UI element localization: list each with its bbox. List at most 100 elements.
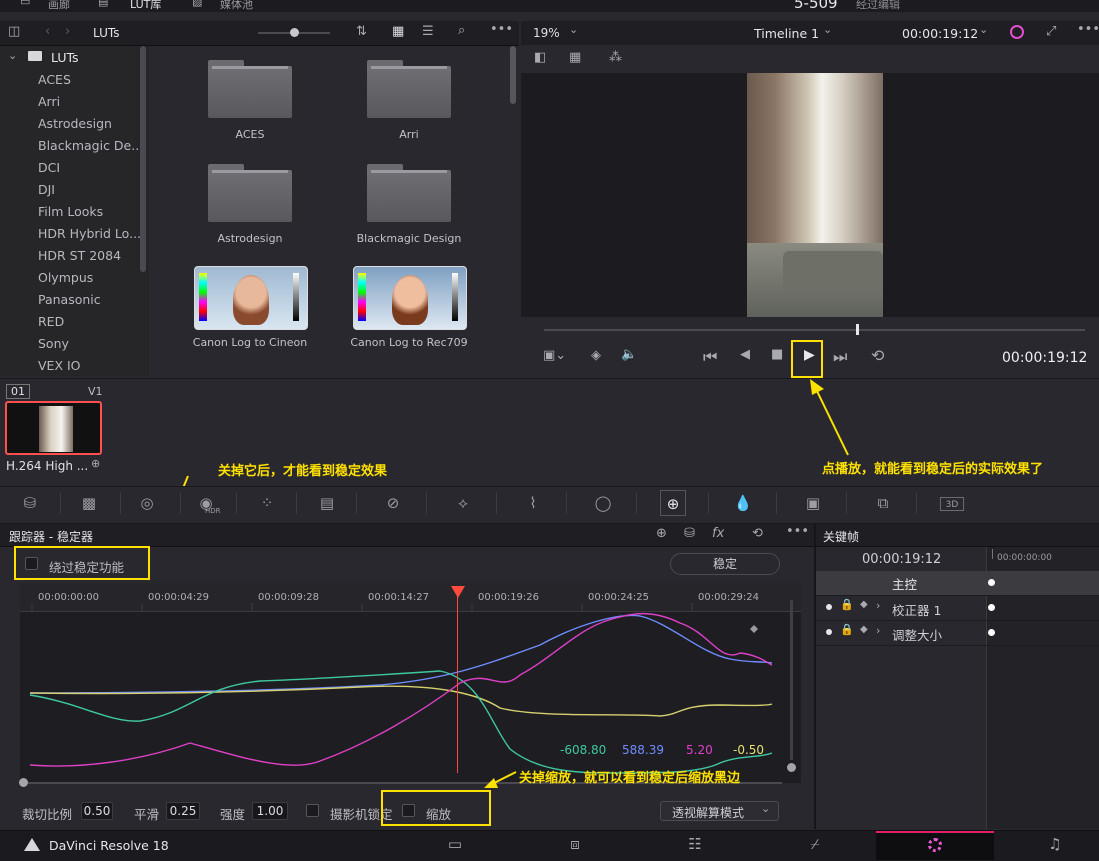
- tree-item[interactable]: Blackmagic De...: [38, 138, 143, 153]
- graph-playhead-marker[interactable]: [451, 586, 465, 598]
- graph-vertical-scrollbar[interactable]: [790, 600, 793, 760]
- more-options-icon[interactable]: •••: [490, 22, 513, 37]
- media-page-icon[interactable]: ▭: [440, 831, 470, 857]
- back-arrow-icon[interactable]: ‹: [45, 24, 50, 39]
- sort-icon[interactable]: ⇅: [356, 24, 367, 39]
- 3d-icon[interactable]: 3D: [940, 497, 964, 511]
- loop-icon[interactable]: ⟲: [871, 346, 884, 365]
- clip-thumbnail[interactable]: [5, 401, 102, 455]
- scrubber-handle[interactable]: [856, 324, 859, 335]
- zoom-chevron-icon[interactable]: ⌄: [569, 23, 578, 36]
- sidebar-toggle-icon[interactable]: ◫: [8, 24, 20, 39]
- tree-item[interactable]: ACES: [38, 72, 71, 87]
- solver-mode-dropdown[interactable]: 透视解算模式 ⌄: [660, 801, 779, 821]
- lut-folder-arri[interactable]: [367, 60, 451, 118]
- fairlight-page-icon[interactable]: ♫: [1040, 831, 1070, 857]
- tree-item[interactable]: RED: [38, 314, 64, 329]
- camera-lock-checkbox[interactable]: [306, 804, 319, 817]
- lut-folder-aces[interactable]: [208, 60, 292, 118]
- tree-item[interactable]: DCI: [38, 160, 60, 175]
- forward-arrow-icon[interactable]: ›: [65, 24, 70, 39]
- keyframe-dot[interactable]: [988, 629, 995, 636]
- layers-icon[interactable]: ◈: [591, 348, 601, 363]
- tab-gallery[interactable]: 画廊: [48, 0, 70, 12]
- tree-item[interactable]: Sony: [38, 336, 69, 351]
- tree-item[interactable]: VEX IO: [38, 358, 81, 373]
- magic-wand-icon[interactable]: ⁂: [609, 50, 622, 65]
- tree-item[interactable]: Astrodesign: [38, 116, 112, 131]
- blur-icon[interactable]: 💧: [730, 490, 756, 516]
- smooth-field[interactable]: 0.25: [166, 802, 200, 820]
- color-wheel-icon[interactable]: [1010, 25, 1024, 39]
- timecode-chevron-icon[interactable]: ⌄: [979, 23, 988, 36]
- viewer-layout-icon[interactable]: ▣⌄: [543, 348, 566, 363]
- graph-vertical-handle[interactable]: [787, 763, 796, 772]
- primaries-wheel-icon[interactable]: ◎: [134, 490, 160, 516]
- tracker-icon[interactable]: ⊕: [660, 490, 686, 516]
- zoom-dropdown[interactable]: 19%: [533, 26, 560, 40]
- graph-horizontal-handle[interactable]: [19, 778, 28, 787]
- thumbnail-size-handle[interactable]: [290, 28, 299, 37]
- key-icon[interactable]: ▣: [800, 490, 826, 516]
- scrubber-bar[interactable]: [544, 329, 1085, 331]
- tree-item[interactable]: Arri: [38, 94, 60, 109]
- tree-item[interactable]: HDR ST 2084: [38, 248, 121, 263]
- keyframe-row-sizing[interactable]: 🔒 ◆ › 调整大小: [816, 621, 1099, 646]
- expand-chevron-icon[interactable]: ›: [876, 599, 880, 612]
- edit-page-icon[interactable]: ☷: [680, 831, 710, 857]
- fullscreen-icon[interactable]: ⤢: [1046, 24, 1056, 39]
- keyframe-diamond-icon[interactable]: ◆: [860, 599, 868, 610]
- viewer-more-icon[interactable]: •••: [1077, 22, 1099, 37]
- tree-item[interactable]: Panasonic: [38, 292, 101, 307]
- timeline-name[interactable]: Timeline 1: [754, 26, 819, 41]
- keyframe-diamond-icon[interactable]: ◆: [860, 624, 868, 635]
- lock-icon[interactable]: 🔒: [840, 598, 854, 611]
- keyframe-row-corrector[interactable]: 🔒 ◆ › 校正器 1: [816, 596, 1099, 621]
- power-window-icon[interactable]: ◯: [590, 490, 616, 516]
- crop-ratio-field[interactable]: 0.50: [81, 802, 113, 820]
- color-warper-icon[interactable]: ⟡: [450, 490, 476, 516]
- volume-icon[interactable]: 🔈: [621, 347, 637, 362]
- sizing-icon[interactable]: ⧉: [870, 490, 896, 516]
- viewer-canvas[interactable]: [521, 73, 1099, 317]
- tree-item[interactable]: HDR Hybrid Lo...: [38, 226, 141, 241]
- strength-field[interactable]: 1.00: [252, 802, 288, 820]
- split-view-icon[interactable]: ◧: [534, 50, 546, 65]
- graph-playhead[interactable]: [457, 593, 458, 773]
- tree-item[interactable]: Olympus: [38, 270, 93, 285]
- tab-lut-library[interactable]: LUT库: [130, 0, 161, 12]
- keyframe-enable-dot[interactable]: [826, 604, 832, 610]
- stabilize-button[interactable]: 稳定: [670, 553, 780, 575]
- tracker-mode-icon[interactable]: ⊕: [656, 526, 667, 541]
- stabilizer-mode-icon[interactable]: ⛁: [684, 526, 695, 541]
- keyframe-row-master[interactable]: 主控: [816, 571, 1099, 596]
- list-view-icon[interactable]: ☰: [422, 24, 434, 39]
- color-match-icon[interactable]: ▩: [76, 490, 102, 516]
- qualifier-eyedropper-icon[interactable]: ⌇: [520, 490, 546, 516]
- tab-media-pool[interactable]: 媒体池: [220, 0, 253, 12]
- keyframe-enable-dot[interactable]: [826, 629, 832, 635]
- lut-preview-canon-cineon[interactable]: [194, 266, 308, 330]
- reverse-play-icon[interactable]: ◀: [740, 347, 750, 362]
- wipe-grid-icon[interactable]: ▦: [569, 50, 581, 65]
- stop-icon[interactable]: ■: [771, 347, 783, 362]
- grid-view-icon[interactable]: ▦: [392, 24, 404, 39]
- reset-icon[interactable]: ⟲: [752, 526, 763, 541]
- tree-item[interactable]: Film Looks: [38, 204, 103, 219]
- timeline-chevron-icon[interactable]: ⌄: [823, 23, 832, 36]
- grid-scrollbar[interactable]: [510, 46, 516, 104]
- keyframe-dot[interactable]: [988, 579, 995, 586]
- keyframe-dot[interactable]: [988, 604, 995, 611]
- lut-folder-blackmagic[interactable]: [367, 164, 451, 222]
- curves-icon[interactable]: ⊘: [380, 490, 406, 516]
- motion-effects-icon[interactable]: ▤: [314, 490, 340, 516]
- color-page-tab[interactable]: [876, 831, 994, 860]
- rgb-mixer-icon[interactable]: ⁘: [254, 490, 280, 516]
- expand-chevron-icon[interactable]: ›: [876, 624, 880, 637]
- camera-raw-icon[interactable]: ⛁: [17, 490, 43, 516]
- tree-item[interactable]: DJI: [38, 182, 55, 197]
- lock-icon[interactable]: 🔒: [840, 623, 854, 636]
- tree-scrollbar[interactable]: [140, 46, 146, 272]
- cut-page-icon[interactable]: ⧈: [560, 831, 590, 857]
- search-icon[interactable]: ⌕: [458, 23, 465, 38]
